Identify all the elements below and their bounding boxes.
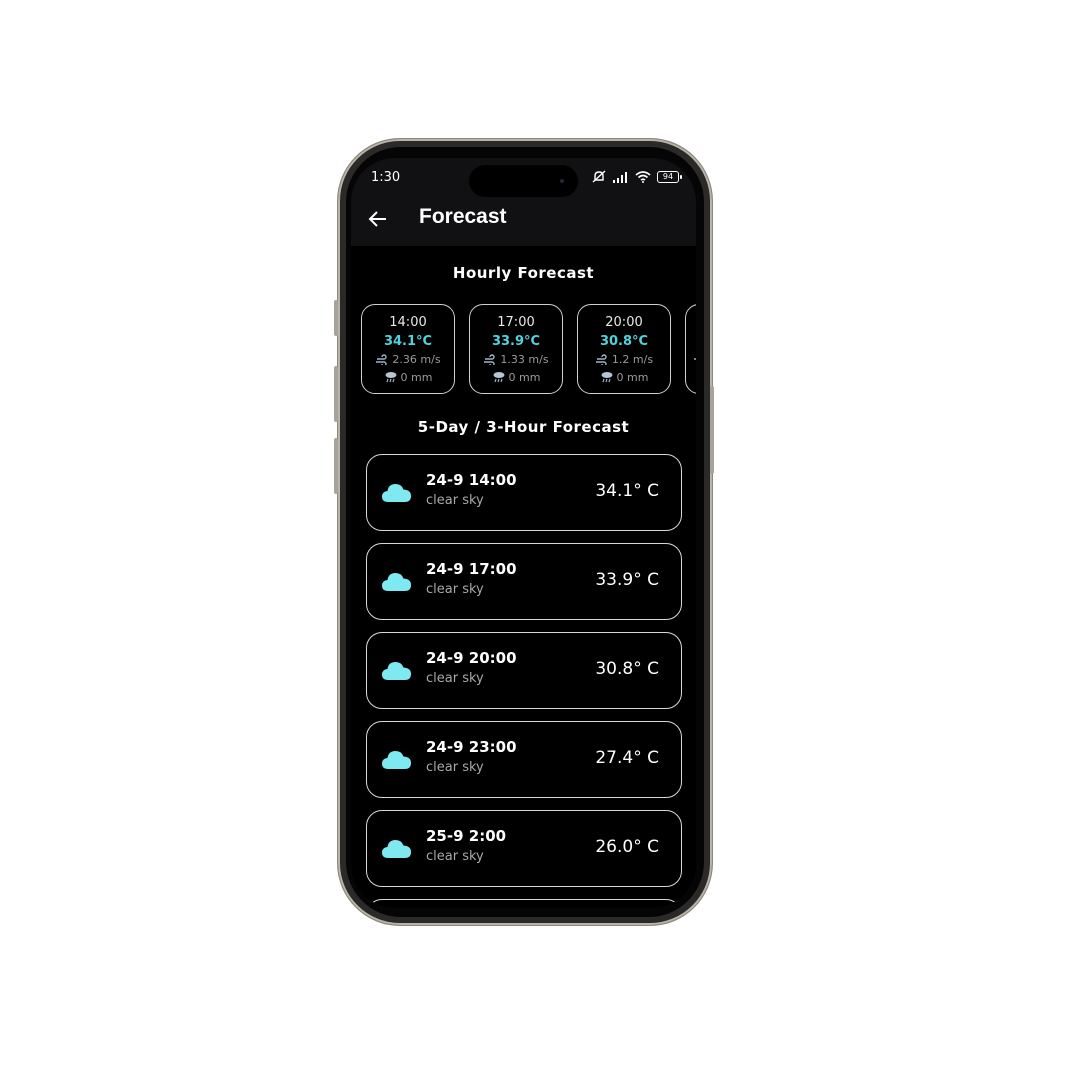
hourly-card[interactable]: 20:00 30.8°C 1.2 m/s 0 mm — [577, 304, 671, 394]
hourly-wind: 1.2 m/s — [578, 353, 670, 366]
hourly-time: 14:00 — [389, 315, 427, 330]
rain-icon — [385, 372, 397, 383]
forecast-list-item[interactable]: 24-9 20:00 clear sky 30.8° C — [366, 632, 682, 709]
forecast-temperature: 33.9° C — [595, 570, 659, 590]
forecast-description: clear sky — [426, 493, 484, 508]
hourly-rain: 0 mm — [470, 371, 562, 384]
volume-up-button — [334, 366, 338, 422]
cloud-icon — [382, 662, 411, 680]
hourly-card[interactable]: 17:00 33.9°C 1.33 m/s 0 mm — [469, 304, 563, 394]
top-app-bar: 1:30 94 Forecast — [351, 158, 696, 246]
hourly-wind: 2.36 m/s — [362, 353, 454, 366]
hourly-card[interactable]: 14:00 34.1°C 2.36 m/s 0 mm — [361, 304, 455, 394]
hourly-time: 17:00 — [497, 315, 535, 330]
hourly-forecast-title: Hourly Forecast — [452, 264, 595, 282]
hourly-rain: 0 mm — [362, 371, 454, 384]
status-bar: 1:30 94 — [351, 158, 696, 198]
cloud-icon — [382, 573, 411, 591]
status-time: 1:30 — [371, 170, 401, 185]
forecast-list-item-partial[interactable] — [366, 899, 682, 908]
forecast-list-item[interactable]: 24-9 17:00 clear sky 33.9° C — [366, 543, 682, 620]
hourly-temp: 33.9°C — [491, 334, 541, 349]
forecast-temperature: 26.0° C — [595, 837, 659, 857]
hourly-rain-value: 0 mm — [616, 371, 649, 384]
wind-icon — [595, 354, 607, 365]
rain-icon — [601, 372, 613, 383]
wifi-icon — [635, 171, 651, 183]
battery-indicator: 94 — [657, 171, 682, 183]
hourly-temp: 34.1°C — [383, 334, 433, 349]
wind-icon — [484, 354, 496, 365]
forecast-datetime: 24-9 17:00 — [426, 560, 517, 578]
forecast-description: clear sky — [426, 582, 484, 597]
hourly-rain-value: 0 mm — [400, 371, 433, 384]
power-button — [710, 386, 714, 474]
hourly-wind-value: 1.2 m/s — [611, 353, 654, 366]
forecast-datetime: 24-9 20:00 — [426, 649, 517, 667]
hourly-rain: 0 mm — [578, 371, 670, 384]
rain-icon — [493, 372, 505, 383]
cloud-icon — [382, 751, 411, 769]
forecast-list-item[interactable]: 24-9 14:00 clear sky 34.1° C — [366, 454, 682, 531]
app-screen: 1:30 94 Forecast Hourly Forecast 14:00 3… — [351, 158, 696, 908]
hourly-wind-value: 1.33 m/s — [500, 353, 549, 366]
forecast-temperature: 27.4° C — [595, 748, 659, 768]
cloud-icon — [382, 840, 411, 858]
forecast-temperature: 30.8° C — [595, 659, 659, 679]
wind-icon — [376, 354, 388, 365]
hourly-card-partial[interactable] — [685, 304, 696, 394]
forecast-list-item[interactable]: 24-9 23:00 clear sky 27.4° C — [366, 721, 682, 798]
signal-icon — [613, 172, 627, 183]
back-arrow-icon[interactable] — [367, 208, 389, 230]
hourly-wind-value: 2.36 m/s — [392, 353, 441, 366]
hourly-time: 20:00 — [605, 315, 643, 330]
camera-dot — [560, 179, 564, 183]
forecast-list-item[interactable]: 25-9 2:00 clear sky 26.0° C — [366, 810, 682, 887]
forecast-description: clear sky — [426, 671, 484, 686]
hourly-rain-value: 0 mm — [508, 371, 541, 384]
five-day-forecast-title: 5-Day / 3-Hour Forecast — [417, 418, 630, 436]
forecast-datetime: 24-9 23:00 — [426, 738, 517, 756]
page-title: Forecast — [419, 205, 507, 228]
dynamic-island — [469, 165, 578, 197]
action-button — [334, 300, 338, 336]
hourly-forecast-list[interactable]: 14:00 34.1°C 2.36 m/s 0 mm 17:00 33.9°C … — [361, 304, 696, 396]
mute-icon — [592, 170, 606, 183]
hourly-wind — [686, 353, 696, 366]
forecast-datetime: 24-9 14:00 — [426, 471, 517, 489]
hourly-wind: 1.33 m/s — [470, 353, 562, 366]
forecast-datetime: 25-9 2:00 — [426, 827, 507, 845]
volume-down-button — [334, 438, 338, 494]
hourly-temp: 30.8°C — [599, 334, 649, 349]
forecast-temperature: 34.1° C — [595, 481, 659, 501]
forecast-description: clear sky — [426, 849, 484, 864]
forecast-description: clear sky — [426, 760, 484, 775]
status-icons: 94 — [591, 170, 682, 184]
wind-icon — [694, 358, 696, 360]
cloud-icon — [382, 484, 411, 502]
